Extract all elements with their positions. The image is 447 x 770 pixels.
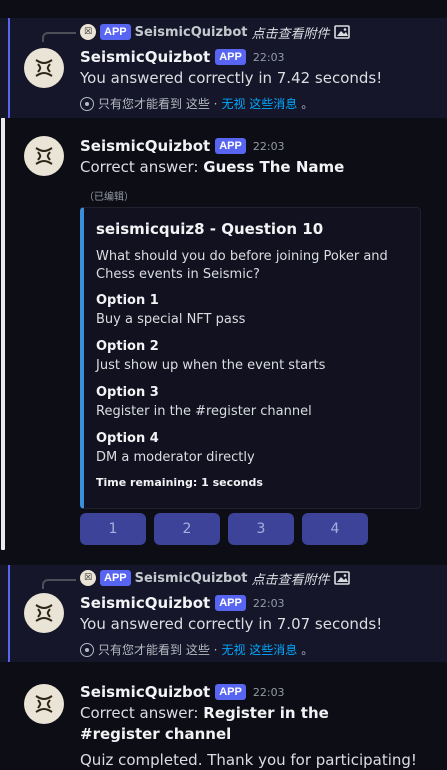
- timestamp[interactable]: 22:03: [253, 140, 285, 153]
- message-content: You answered correctly in 7.42 seconds!: [80, 69, 383, 87]
- embed-field-option-1: Option 1 Buy a special NFT pass: [96, 292, 408, 330]
- bot-username[interactable]: SeismicQuizbot: [80, 48, 210, 66]
- quiz-embed: seismicquiz8 - Question 10 What should y…: [80, 207, 421, 509]
- bot-username[interactable]: SeismicQuizbot: [80, 594, 210, 612]
- reply-preview[interactable]: ☒ APP SeismicQuizbot 点击查看附件: [80, 569, 350, 588]
- message-content: You answered correctly in 7.07 seconds!: [80, 615, 383, 633]
- timestamp[interactable]: 22:03: [253, 51, 285, 64]
- note-suffix: 。: [301, 643, 314, 657]
- reply-connector: [42, 579, 76, 589]
- app-badge: APP: [215, 684, 246, 700]
- embed-footer: Time remaining: 1 seconds: [96, 476, 263, 489]
- app-badge: APP: [215, 49, 246, 65]
- bot-username[interactable]: SeismicQuizbot: [80, 683, 210, 701]
- content-prefix: Correct answer:: [80, 704, 199, 722]
- field-value: Just show up when the event starts: [96, 358, 326, 373]
- reply-username[interactable]: SeismicQuizbot: [135, 571, 248, 586]
- seismic-logo-icon: [35, 604, 53, 622]
- timestamp[interactable]: 22:03: [253, 686, 285, 699]
- quiz-message: SeismicQuizbot APP 22:03 Correct answer:…: [0, 130, 447, 560]
- ephemeral-note-text: 只有您才能看到 这些 ·: [98, 97, 218, 111]
- embed-title: seismicquiz8 - Question 10: [96, 220, 324, 238]
- ephemeral-note-text: 只有您才能看到 这些 ·: [98, 643, 218, 657]
- completion-text: Quiz completed. Thank you for participat…: [80, 751, 417, 769]
- field-value: Register in the #register channel: [96, 404, 312, 419]
- bot-mini-avatar: ☒: [80, 570, 96, 586]
- image-icon: [333, 571, 350, 585]
- message-content: Correct answer: Guess The Name: [80, 157, 430, 178]
- bot-avatar[interactable]: [24, 136, 64, 176]
- image-icon: [333, 25, 350, 39]
- reply-text[interactable]: 点击查看附件: [252, 23, 330, 42]
- answer-button-1[interactable]: 1: [80, 513, 146, 545]
- app-badge: APP: [215, 595, 246, 611]
- bot-avatar[interactable]: [24, 593, 64, 633]
- embed-field-option-3: Option 3 Register in the #register chann…: [96, 384, 408, 422]
- message-content: Correct answer: Register in the #registe…: [80, 703, 410, 745]
- reply-preview[interactable]: ☒ APP SeismicQuizbot 点击查看附件: [80, 23, 350, 42]
- reply-text[interactable]: 点击查看附件: [252, 569, 330, 588]
- app-badge: APP: [100, 24, 131, 40]
- message-header: SeismicQuizbot APP 22:03: [80, 136, 285, 156]
- field-name: Option 1: [96, 293, 159, 308]
- edited-label: （已编辑）: [84, 192, 134, 203]
- timestamp[interactable]: 22:03: [253, 597, 285, 610]
- embed-field-option-2: Option 2 Just show up when the event sta…: [96, 338, 408, 376]
- seismic-logo-icon: [35, 147, 53, 165]
- reply-username[interactable]: SeismicQuizbot: [135, 25, 248, 40]
- field-name: Option 2: [96, 339, 159, 354]
- dismiss-message-link[interactable]: 无视 这些消息: [221, 641, 297, 658]
- answer-button-4[interactable]: 4: [302, 513, 368, 545]
- bot-avatar[interactable]: [24, 48, 64, 88]
- reply-connector: [42, 32, 76, 42]
- note-suffix: 。: [301, 97, 314, 111]
- message-header: SeismicQuizbot APP 22:03: [80, 682, 285, 702]
- final-message: SeismicQuizbot APP 22:03 Correct answer:…: [0, 674, 447, 770]
- bot-mini-avatar: ☒: [80, 24, 96, 40]
- answer-button-3[interactable]: 3: [228, 513, 294, 545]
- seismic-logo-icon: [35, 59, 53, 77]
- field-value: DM a moderator directly: [96, 450, 255, 465]
- embed-description: What should you do before joining Poker …: [96, 249, 388, 282]
- ephemeral-note: 只有您才能看到 这些 · 无视 这些消息。: [80, 641, 313, 658]
- app-badge: APP: [215, 138, 246, 154]
- answer-button-2[interactable]: 2: [154, 513, 220, 545]
- field-name: Option 4: [96, 431, 159, 446]
- content-prefix: Correct answer:: [80, 158, 199, 176]
- bot-username[interactable]: SeismicQuizbot: [80, 137, 210, 155]
- dismiss-message-link[interactable]: 无视 这些消息: [221, 95, 297, 112]
- eye-icon: [80, 96, 94, 111]
- content-answer: Guess The Name: [203, 158, 345, 176]
- field-value: Buy a special NFT pass: [96, 312, 246, 327]
- seismic-logo-icon: [35, 695, 53, 713]
- eye-icon: [80, 642, 94, 657]
- message-header: SeismicQuizbot APP 22:03: [80, 47, 285, 67]
- ephemeral-message-2: ☒ APP SeismicQuizbot 点击查看附件 SeismicQuizb…: [0, 565, 447, 662]
- embed-field-option-4: Option 4 DM a moderator directly: [96, 430, 408, 468]
- message-header: SeismicQuizbot APP 22:03: [80, 593, 285, 613]
- ephemeral-note: 只有您才能看到 这些 · 无视 这些消息。: [80, 95, 313, 112]
- field-name: Option 3: [96, 385, 159, 400]
- bot-avatar[interactable]: [24, 684, 64, 724]
- answer-buttons: 1 2 3 4: [80, 513, 368, 545]
- app-badge: APP: [100, 570, 131, 586]
- ephemeral-message-1: ☒ APP SeismicQuizbot 点击查看附件 SeismicQuizb…: [0, 18, 447, 118]
